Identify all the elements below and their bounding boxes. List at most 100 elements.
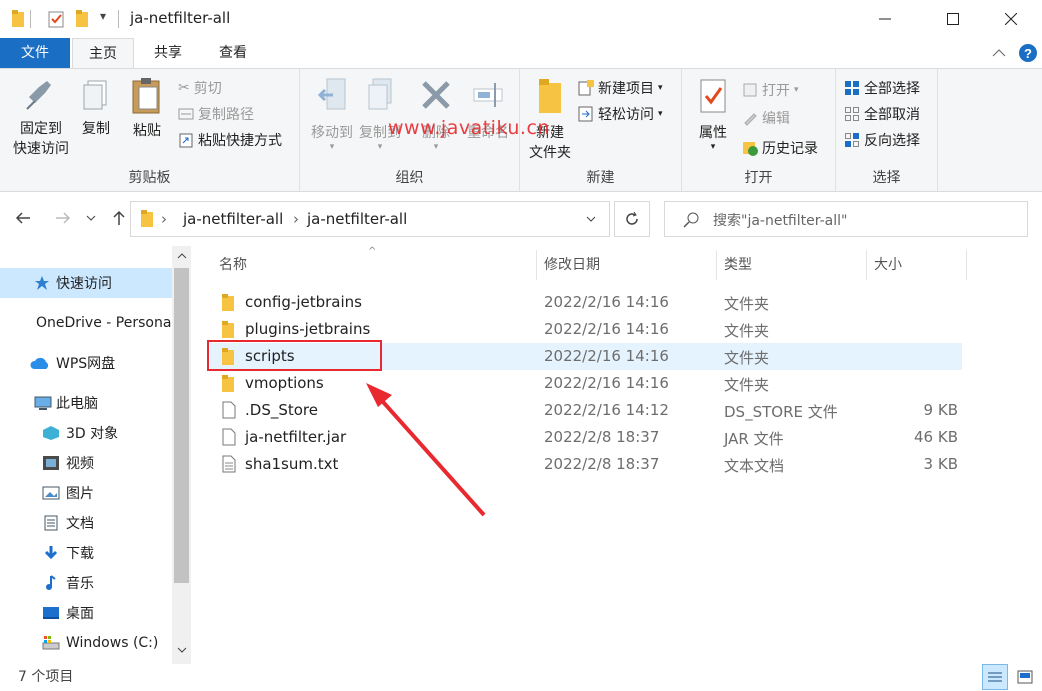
new-item-button[interactable]: 新建项目 ▾ [578,77,663,99]
file-row[interactable]: vmoptions 2022/2/16 14:16 文件夹 [210,370,962,397]
sidebar-item-wps[interactable]: WPS网盘 [0,348,172,378]
recent-locations-button[interactable] [82,205,100,231]
column-header-size[interactable]: 大小 [874,250,902,280]
history-button[interactable]: 历史记录 [742,137,818,159]
sidebar-item-windows-c[interactable]: Windows (C:) [0,628,172,658]
sidebar-item-videos[interactable]: 视频 [0,448,172,478]
invert-selection-button[interactable]: 反向选择 [844,129,920,151]
copy-to-button[interactable]: 复制到 ▾ [356,77,404,152]
cut-button[interactable]: ✂ 剪切 [178,77,222,99]
search-placeholder: 搜索"ja-netfilter-all" [713,213,848,229]
select-none-button[interactable]: 全部取消 [844,103,920,125]
forward-button[interactable] [50,205,76,231]
breadcrumb-item[interactable]: ja-netfilter-all [183,210,283,228]
move-to-icon [317,78,346,110]
paste-button[interactable]: 粘贴 [124,77,170,141]
close-button[interactable] [988,0,1034,38]
title-separator [118,10,119,28]
file-row[interactable]: config-jetbrains 2022/2/16 14:16 文件夹 [210,289,962,316]
select-all-button[interactable]: 全部选择 [844,77,920,99]
column-header-name[interactable]: 名称 [219,250,247,280]
back-button[interactable] [10,205,36,231]
copy-to-icon [368,78,392,110]
file-row[interactable]: .DS_Store 2022/2/16 14:12 DS_STORE 文件 9 … [210,397,962,424]
qa-customize-dropdown[interactable]: ▾ [100,9,106,23]
ribbon-collapse-button[interactable] [992,38,1006,68]
move-to-button[interactable]: 移动到 ▾ [304,77,360,152]
open-button[interactable]: 打开 ▾ [742,79,799,101]
file-row[interactable]: ja-netfilter.jar 2022/2/8 18:37 JAR 文件 4… [210,424,962,451]
search-box[interactable]: 搜索"ja-netfilter-all" [664,201,1028,237]
sidebar-item-desktop[interactable]: 桌面 [0,598,172,628]
breadcrumb-item-current[interactable]: ja-netfilter-all [307,210,407,228]
column-header-type[interactable]: 类型 [724,250,752,280]
close-icon [1005,13,1017,25]
tab-home[interactable]: 主页 [72,38,134,69]
large-icons-view-button[interactable] [1012,664,1038,690]
column-divider[interactable] [866,250,867,280]
cut-label: 剪切 [193,81,222,97]
file-name: config-jetbrains [245,293,362,311]
paste-shortcut-button[interactable]: 粘贴快捷方式 [178,129,282,151]
new-folder-qa-icon[interactable] [76,10,90,28]
address-history-dropdown-icon[interactable] [586,215,596,223]
documents-icon [44,515,58,531]
sidebar-item-label: 快速访问 [56,276,112,292]
scroll-up-icon[interactable] [177,252,187,260]
column-divider[interactable] [966,250,967,280]
select-all-label: 全部选择 [864,81,920,97]
file-row[interactable]: plugins-jetbrains 2022/2/16 14:16 文件夹 [210,316,962,343]
pin-quick-access-button[interactable]: 固定到 快速访问 [6,77,76,159]
chevron-down-icon [86,215,96,221]
properties-check-icon[interactable] [48,10,66,28]
copy-button[interactable]: 复制 [74,77,118,139]
sidebar-item-quick-access[interactable]: 快速访问 [0,268,172,298]
refresh-button[interactable] [614,201,650,237]
file-modified: 2022/2/8 18:37 [544,455,660,473]
sidebar-item-3d-objects[interactable]: 3D 对象 [0,418,172,448]
scroll-down-icon[interactable] [177,646,187,654]
column-divider[interactable] [536,250,537,280]
tab-share[interactable]: 共享 [138,38,198,68]
breadcrumb-separator[interactable]: › [293,210,299,228]
file-icon [222,401,236,419]
up-button[interactable] [106,205,132,231]
column-divider[interactable] [716,250,717,280]
edit-button[interactable]: 编辑 [742,107,790,129]
maximize-button[interactable] [930,0,976,38]
address-bar[interactable]: › ja-netfilter-all › ja-netfilter-all [130,201,610,237]
minimize-button[interactable] [862,0,908,38]
copy-icon [83,80,107,110]
help-button[interactable]: ? [1018,38,1038,68]
sidebar-item-onedrive[interactable]: OneDrive - Personal [0,308,172,338]
file-type: JAR 文件 [724,430,784,448]
tab-file[interactable]: 文件 [0,38,70,68]
easy-access-button[interactable]: 轻松访问 ▾ [578,103,663,125]
sidebar-item-downloads[interactable]: 下载 [0,538,172,568]
properties-button[interactable]: 属性 ▾ [686,77,740,152]
select-none-icon [845,107,859,121]
folder-icon [141,210,153,227]
select-none-label: 全部取消 [864,107,920,123]
easy-access-label: 轻松访问 [598,107,654,123]
copy-path-button[interactable]: 复制路径 [178,103,254,125]
details-view-button[interactable] [982,664,1008,690]
breadcrumb-separator[interactable]: › [161,210,167,228]
sidebar-scrollbar-thumb[interactable] [174,268,189,583]
delete-button[interactable]: 删除 ▾ [414,77,458,152]
file-name: .DS_Store [245,401,318,419]
properties-label: 属性 [699,125,727,141]
file-type: DS_STORE 文件 [724,403,838,421]
properties-dropdown: ▾ [710,142,716,152]
sidebar-item-pictures[interactable]: 图片 [0,478,172,508]
sidebar-item-music[interactable]: 音乐 [0,568,172,598]
sidebar-item-documents[interactable]: 文档 [0,508,172,538]
column-header-modified[interactable]: 修改日期 [544,250,600,280]
copy-to-dropdown: ▾ [377,142,383,152]
3d-objects-icon [43,426,59,440]
select-group: 全部选择 全部取消 反向选择 选择 [836,69,938,191]
file-row[interactable]: sha1sum.txt 2022/2/8 18:37 文本文档 3 KB [210,451,962,478]
tab-view[interactable]: 查看 [202,38,264,68]
properties-icon [700,79,726,113]
sidebar-item-this-pc[interactable]: 此电脑 [0,388,172,418]
